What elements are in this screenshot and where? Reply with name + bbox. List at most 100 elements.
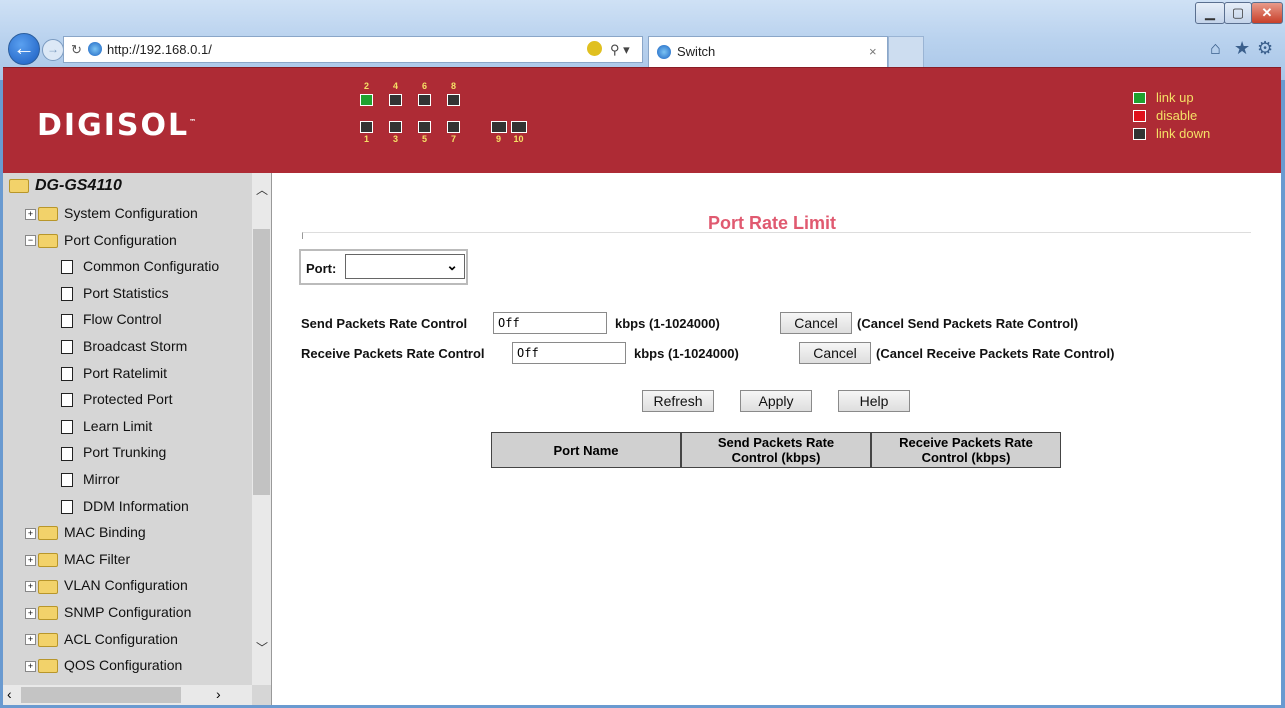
scroll-up-icon[interactable]: ︿	[256, 181, 268, 198]
sidebar-item-mac-filter[interactable]: + MAC Filter	[25, 546, 130, 572]
port-number: 8	[450, 81, 456, 91]
sfp-port-number: 9	[495, 134, 501, 144]
scroll-right-icon[interactable]: ›	[216, 686, 221, 702]
new-tab-button[interactable]	[888, 36, 924, 69]
sidebar-item-acl-configuration[interactable]: + ACL Configuration	[25, 626, 178, 652]
port-number: 3	[392, 134, 398, 144]
minimize-icon[interactable]: ▁	[1195, 2, 1225, 24]
maximize-icon[interactable]: ▢	[1224, 2, 1252, 24]
expand-icon[interactable]: +	[25, 554, 36, 566]
receive-rate-input[interactable]: Off	[512, 342, 626, 364]
legend-label: link up	[1156, 90, 1194, 105]
port-icon[interactable]	[389, 121, 402, 133]
sidebar-tree: DG-GS4110 + System Configuration − Port Con…	[3, 173, 272, 705]
sidebar-item-label: Port Configuration	[64, 231, 177, 248]
sidebar-item-mirror[interactable]: Mirror	[61, 466, 120, 492]
send-rate-input[interactable]: Off	[493, 312, 607, 334]
sidebar-item-mac-binding[interactable]: + MAC Binding	[25, 519, 146, 545]
sidebar-item-snmp-configuration[interactable]: + SNMP Configuration	[25, 599, 191, 625]
sidebar-item-port-ratelimit[interactable]: Port Ratelimit	[61, 360, 167, 386]
scroll-down-icon[interactable]: ﹀	[256, 639, 268, 656]
port-icon[interactable]	[360, 94, 373, 106]
page-title: Port Rate Limit	[707, 213, 836, 233]
sidebar-item-label: Learn Limit	[83, 417, 153, 434]
port-icon[interactable]	[418, 94, 431, 106]
send-rate-unit: kbps (1-1024000)	[615, 316, 720, 331]
home-icon[interactable]: ⌂	[1210, 38, 1221, 59]
sidebar-item-protected-port[interactable]: Protected Port	[61, 386, 173, 412]
search-icon[interactable]: ⚲ ▾	[610, 37, 630, 62]
address-bar[interactable]: ↻ http://192.168.0.1/ ⚲ ▾	[63, 36, 643, 63]
ie-logo-icon	[657, 45, 671, 59]
ie-logo-icon	[88, 42, 102, 56]
port-number: 5	[421, 134, 427, 144]
compat-view-icon[interactable]	[587, 41, 602, 56]
back-icon[interactable]: ←	[8, 33, 40, 65]
apply-button[interactable]: Apply	[740, 390, 812, 412]
document-icon	[61, 313, 73, 328]
expand-icon[interactable]: +	[25, 581, 36, 593]
sidebar-item-broadcast-storm[interactable]: Broadcast Storm	[61, 333, 187, 359]
scroll-left-icon[interactable]: ‹	[7, 686, 12, 702]
sidebar-item-system-configuration[interactable]: + System Configuration	[25, 200, 198, 226]
expand-icon[interactable]: +	[25, 208, 36, 220]
sidebar-hscroll-thumb[interactable]	[21, 687, 181, 703]
sidebar-scroll-thumb[interactable]	[253, 229, 270, 495]
sidebar-item-common-configuratio[interactable]: Common Configuratio	[61, 253, 219, 279]
port-icon[interactable]	[389, 94, 402, 106]
folder-icon	[38, 526, 58, 541]
port-number: 1	[363, 134, 369, 144]
port-panel: 2 4 6 8 1 3 5 7 9 10	[360, 81, 560, 166]
document-icon	[61, 260, 73, 275]
sidebar-item-port-configuration[interactable]: − Port Configuration	[25, 227, 177, 253]
receive-rate-label: Receive Packets Rate Control	[301, 346, 485, 361]
sfp-port-icon[interactable]	[491, 121, 507, 133]
sidebar-item-port-statistics[interactable]: Port Statistics	[61, 280, 169, 306]
col-send-rate: Send Packets Rate Control (kbps)	[681, 432, 871, 468]
forward-icon[interactable]: →	[42, 39, 64, 61]
open-folder-icon	[38, 233, 58, 248]
settings-gear-icon[interactable]: ⚙	[1257, 38, 1273, 59]
port-legend: link up disable link down	[1133, 90, 1273, 160]
sidebar-item-vlan-configuration[interactable]: + VLAN Configuration	[25, 572, 188, 598]
port-icon[interactable]	[447, 121, 460, 133]
tab-switch[interactable]: Switch ×	[648, 36, 888, 68]
port-icon[interactable]	[418, 121, 431, 133]
port-number: 2	[363, 81, 369, 91]
port-select-box: Port: ⌄	[299, 249, 468, 285]
tree-root[interactable]: DG-GS4110	[9, 173, 122, 199]
tab-close-icon[interactable]: ×	[869, 37, 877, 66]
port-select[interactable]: ⌄	[345, 254, 465, 279]
expand-icon[interactable]: +	[25, 634, 36, 646]
tree-items: + System Configuration − Port Configuration…	[3, 200, 252, 690]
collapse-icon[interactable]: −	[25, 235, 36, 247]
sidebar-item-label: Port Ratelimit	[83, 364, 168, 381]
send-cancel-button[interactable]: Cancel	[780, 312, 852, 334]
send-cancel-desc: (Cancel Send Packets Rate Control)	[857, 316, 1079, 331]
refresh-page-icon[interactable]: ↻	[71, 37, 82, 62]
port-icon[interactable]	[447, 94, 460, 106]
expand-icon[interactable]: +	[25, 607, 36, 619]
receive-cancel-button[interactable]: Cancel	[799, 342, 871, 364]
port-icon[interactable]	[360, 121, 373, 133]
sidebar-item-qos-configuration[interactable]: + QOS Configuration	[25, 652, 182, 678]
close-icon[interactable]: ✕	[1251, 2, 1283, 24]
sidebar-item-ddm-information[interactable]: DDM Information	[61, 493, 189, 519]
legend-label: link down	[1156, 126, 1211, 141]
sidebar-item-label: System Configuration	[64, 205, 198, 221]
sidebar-item-label: QOS Configuration	[64, 657, 183, 674]
sidebar-item-port-trunking[interactable]: Port Trunking	[61, 439, 166, 465]
sfp-port-icon[interactable]	[511, 121, 527, 133]
document-icon	[61, 393, 73, 408]
sidebar-item-flow-control[interactable]: Flow Control	[61, 306, 162, 332]
expand-icon[interactable]: +	[25, 527, 36, 539]
sidebar-item-learn-limit[interactable]: Learn Limit	[61, 413, 152, 439]
expand-icon[interactable]: +	[25, 660, 36, 672]
folder-icon	[38, 579, 58, 594]
help-button[interactable]: Help	[838, 390, 910, 412]
favorites-star-icon[interactable]: ★	[1234, 38, 1250, 59]
folder-icon	[38, 632, 58, 647]
sfp-port-number: 10	[513, 134, 524, 144]
sidebar-item-label: Port Statistics	[83, 284, 169, 301]
refresh-button[interactable]: Refresh	[642, 390, 714, 412]
